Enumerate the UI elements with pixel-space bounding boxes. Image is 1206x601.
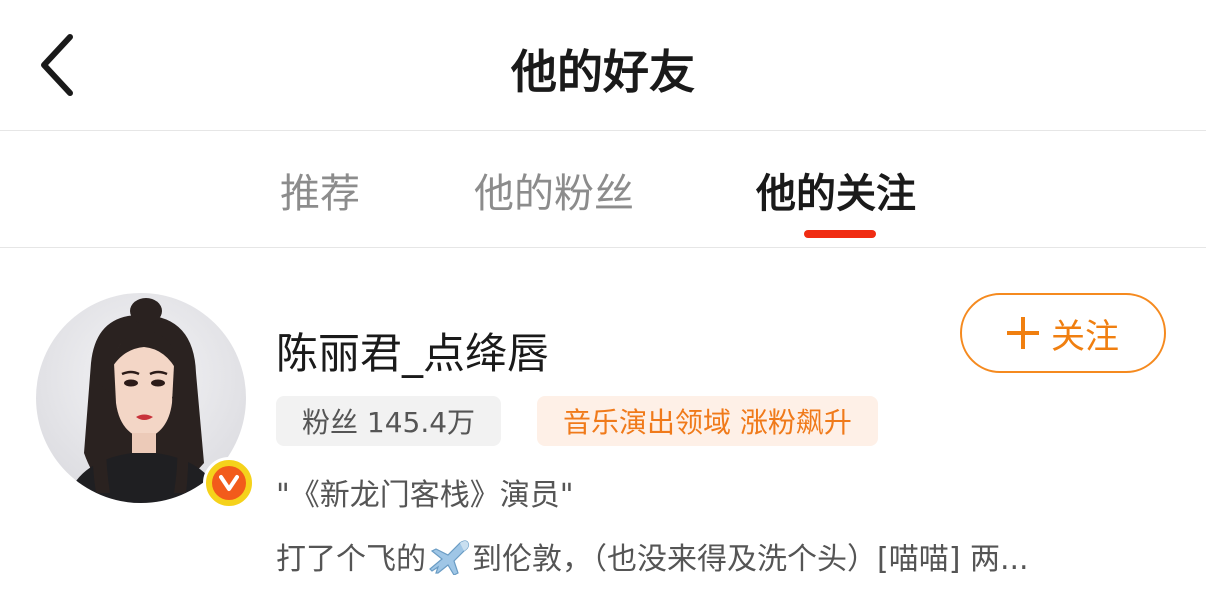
follow-label: 关注 (1051, 316, 1119, 357)
plus-icon (1007, 317, 1039, 349)
page-title: 他的好友 (511, 45, 695, 99)
user-description: "《新龙门客栈》演员" (276, 478, 574, 513)
fans-count-badge: 粉丝 145.4万 (276, 396, 502, 446)
active-tab-indicator (804, 230, 876, 238)
latest-post-preview: 打了个飞的 到伦敦，（也没来得及洗个头）[喵喵] 两... (276, 534, 1156, 578)
domain-badge: 音乐演出领域 涨粉飙升 (537, 396, 878, 446)
verified-v-icon (212, 466, 246, 500)
post-text-end: 到伦敦，（也没来得及洗个头）[喵喵] 两... (472, 542, 1029, 577)
tab-his-following[interactable]: 他的关注 (756, 161, 916, 219)
airplane-icon (429, 540, 470, 575)
post-text-start: 打了个飞的 (276, 542, 426, 577)
tab-his-fans[interactable]: 他的粉丝 (474, 161, 634, 219)
tab-recommend[interactable]: 推荐 (280, 161, 360, 219)
follow-button[interactable]: 关注 (960, 293, 1166, 373)
user-list-item[interactable]: 陈丽君_点绛唇 关注 粉丝 145.4万 音乐演出领域 涨粉飙升 "《新龙门客栈… (0, 248, 1206, 601)
tab-bar: 推荐 他的粉丝 他的关注 (0, 131, 1206, 247)
header-bar: 他的好友 (0, 0, 1206, 130)
username[interactable]: 陈丽君_点绛唇 (276, 320, 549, 381)
verified-badge (203, 457, 255, 509)
